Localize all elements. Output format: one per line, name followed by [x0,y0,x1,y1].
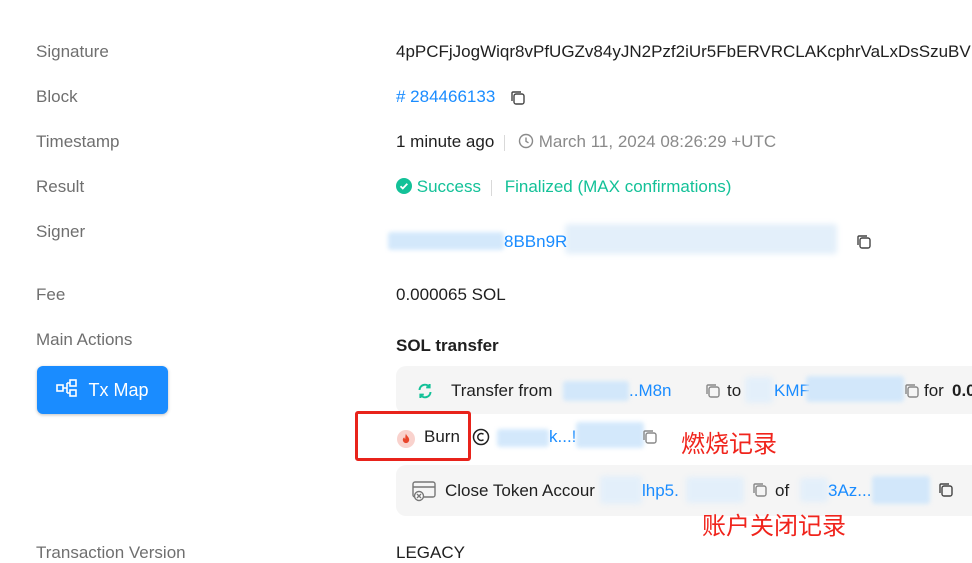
result-label: Result [36,177,85,196]
copy-icon[interactable] [856,234,872,250]
signer-link[interactable]: 8BBn9R [504,232,567,252]
transfer-prefix: Transfer from [451,381,553,400]
close-account-icon [411,480,437,507]
redacted-block [497,429,549,447]
transaction-version-value: LEGACY [396,543,465,562]
redacted-block [806,376,904,402]
fee-value: 0.000065 SOL [396,285,506,304]
result-row: Success Finalized (MAX confirmations) [396,177,731,197]
main-actions-label: Main Actions [36,330,133,349]
close-account-link[interactable]: lhp5. [642,481,679,501]
signature-value: 4pPCFjJogWiqr8vPfUGZv84yJN2Pzf2iUr5FbERV… [396,42,972,61]
signer-label: Signer [36,222,86,241]
token-icon [472,428,490,451]
actions-title: SOL transfer [396,336,499,355]
result-status: Success [416,177,481,196]
copy-icon[interactable] [705,383,721,399]
burn-highlight-box [355,411,471,461]
copy-icon[interactable] [904,383,920,399]
timestamp-label: Timestamp [36,132,120,151]
redacted-block [388,232,504,250]
redacted-block [745,377,773,403]
copy-icon[interactable] [510,90,526,106]
tx-map-button[interactable]: Tx Map [37,366,168,414]
transfer-for-word: for [924,381,944,400]
transfer-amount: 0.0 [952,381,972,400]
success-check-icon [396,177,417,196]
block-row: # 284466133 [396,87,526,107]
refresh-icon [416,382,434,405]
tx-map-label: Tx Map [88,379,149,400]
transfer-to-word: to [727,381,742,400]
close-account-annotation: 账户关闭记录 [702,512,846,540]
redacted-block [576,422,644,448]
timestamp-relative: 1 minute ago [396,132,495,151]
copy-icon[interactable] [752,482,768,498]
redacted-block [872,476,930,504]
tx-map-icon [56,378,78,402]
close-owner-link[interactable]: 3Az... [828,481,871,501]
redacted-block [563,381,629,401]
timestamp-row: 1 minute ago March 11, 2024 08:26:29 +UT… [396,132,776,152]
transaction-version-label: Transaction Version [36,543,186,562]
transfer-from-link[interactable]: ..M8n [629,381,672,401]
redacted-block [565,224,837,254]
close-account-prefix: Close Token Accour [445,481,595,500]
clock-icon [518,132,539,151]
redacted-block [686,477,744,503]
redacted-block [800,478,828,502]
burn-annotation: 燃烧记录 [681,430,777,458]
block-link[interactable]: # 284466133 [396,87,495,106]
redacted-block [600,476,642,504]
fee-label: Fee [36,285,66,304]
timestamp-absolute: March 11, 2024 08:26:29 +UTC [538,132,777,151]
close-of-word: of [775,481,790,500]
burn-token-link[interactable]: k...! [549,427,576,447]
copy-icon[interactable] [938,482,954,498]
transfer-to-link[interactable]: KMF [774,381,810,401]
copy-icon[interactable] [642,429,658,445]
result-confirmation: Finalized (MAX confirmations) [504,177,732,196]
signature-label: Signature [36,42,109,61]
block-label: Block [36,87,78,106]
